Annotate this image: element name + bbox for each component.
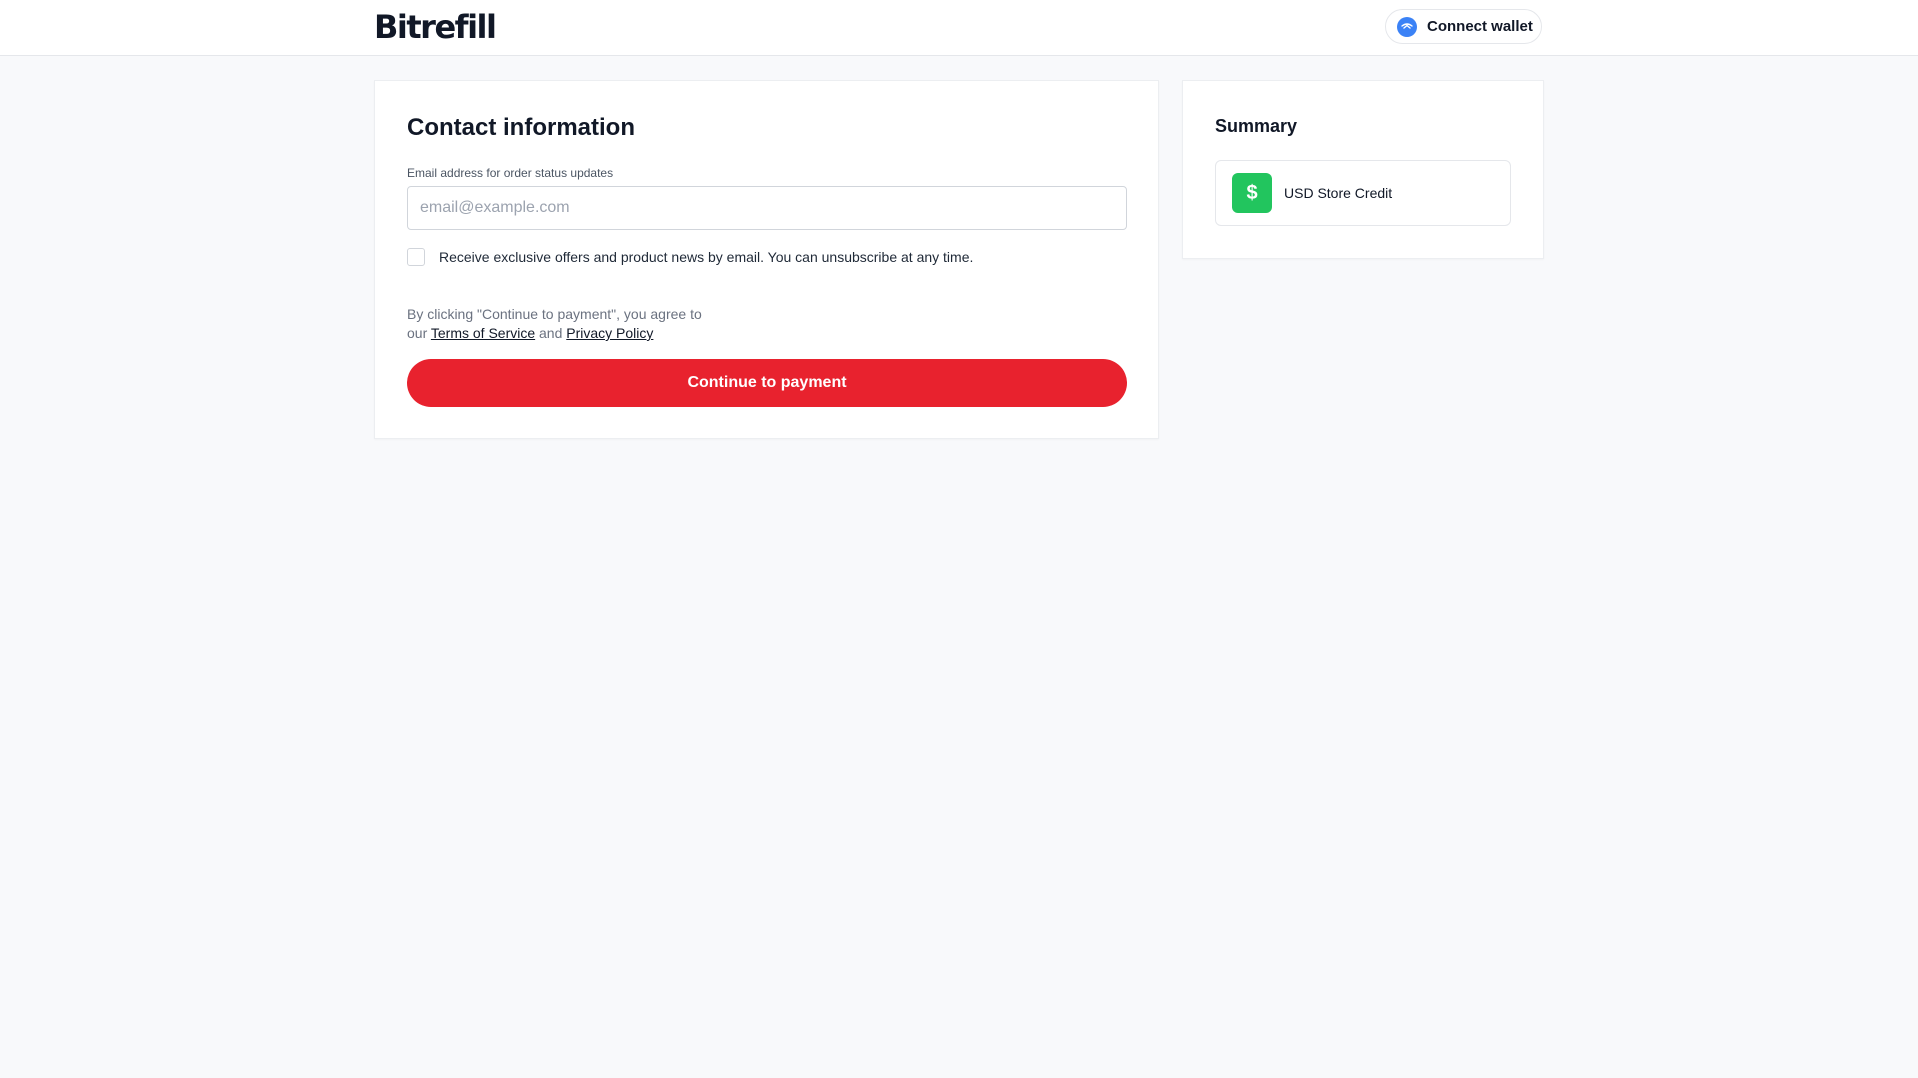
continue-to-payment-button[interactable]: Continue to payment xyxy=(407,359,1127,407)
connect-wallet-label: Connect wallet xyxy=(1427,18,1533,35)
wallet-connect-icon xyxy=(1397,16,1417,37)
email-input[interactable] xyxy=(407,186,1127,230)
top-bar: Bitrefill Connect wallet xyxy=(0,0,1918,56)
bitrefill-logo[interactable]: Bitrefill xyxy=(374,8,497,46)
email-label: Email address for order status updates xyxy=(407,166,614,180)
terms-notice: By clicking "Continue to payment", you a… xyxy=(407,305,702,343)
dollar-icon: $ xyxy=(1232,173,1272,213)
contact-title: Contact information xyxy=(407,114,635,141)
summary-card: Summary $ USD Store Credit xyxy=(1182,80,1544,259)
summary-title: Summary xyxy=(1215,116,1298,136)
terms-prefix: By clicking "Continue to payment", you a… xyxy=(407,306,702,322)
connect-wallet-button[interactable]: Connect wallet xyxy=(1385,9,1542,44)
summary-item: $ USD Store Credit xyxy=(1215,160,1511,226)
newsletter-label[interactable]: Receive exclusive offers and product new… xyxy=(439,247,973,267)
summary-item-label: USD Store Credit xyxy=(1284,185,1393,201)
contact-information-card: Contact information Email address for or… xyxy=(374,80,1159,439)
newsletter-checkbox[interactable] xyxy=(407,248,425,266)
terms-our: our xyxy=(407,325,428,341)
terms-of-service-link[interactable]: Terms of Service xyxy=(431,325,535,341)
terms-and: and xyxy=(539,325,563,341)
privacy-policy-link[interactable]: Privacy Policy xyxy=(566,325,653,341)
